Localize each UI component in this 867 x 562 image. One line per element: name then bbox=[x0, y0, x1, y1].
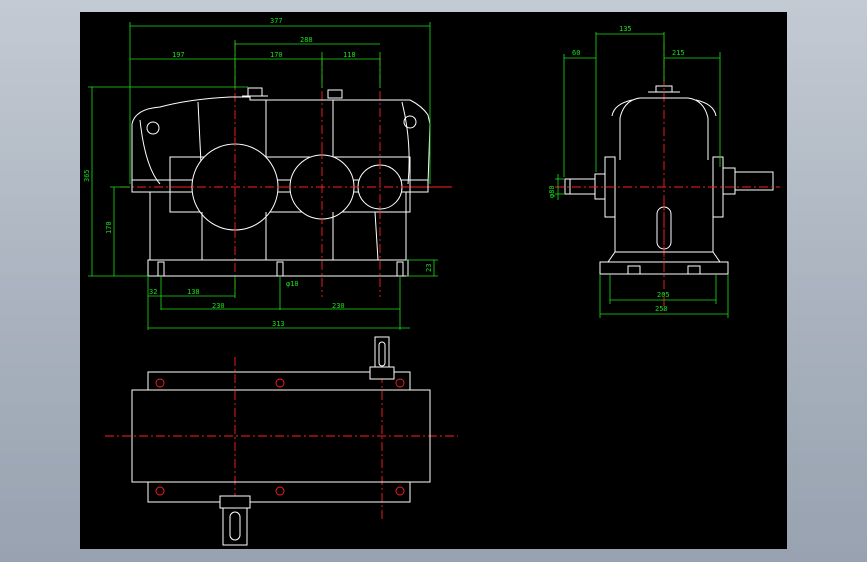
side-dim-top-width: 135 bbox=[619, 25, 632, 33]
top-bolt-hole-3 bbox=[395, 378, 405, 388]
top-bolt-hole-1 bbox=[155, 378, 165, 388]
dim-left-offset: 197 bbox=[172, 51, 185, 59]
housing-rib-left bbox=[139, 119, 161, 185]
breather-plug-left bbox=[247, 87, 263, 97]
anchor-bolt-slot-1 bbox=[157, 261, 165, 277]
dim-overall-length: 377 bbox=[270, 17, 283, 25]
side-dim-shaft-diameter: φ80 bbox=[548, 185, 556, 198]
top-view bbox=[105, 336, 458, 546]
dim-base-thickness: 23 bbox=[425, 264, 433, 272]
dim-center-1: 170 bbox=[270, 51, 283, 59]
dim-first-bolt: 138 bbox=[187, 288, 200, 296]
dim-center-2: 118 bbox=[343, 51, 356, 59]
anchor-bolt-slot-2 bbox=[276, 261, 284, 277]
side-view: 135 60 215 φ80 205 250 bbox=[548, 25, 780, 318]
side-dim-base-outer: 250 bbox=[655, 305, 668, 313]
dim-shaft-height: 170 bbox=[105, 221, 113, 234]
top-bolt-hole-6 bbox=[395, 486, 405, 496]
anchor-bolt-slot-3 bbox=[396, 261, 404, 277]
output-shaft-right-hub bbox=[722, 167, 736, 195]
dim-bolt-pitch-2: 230 bbox=[332, 302, 345, 310]
side-dim-base-inner: 205 bbox=[657, 291, 670, 299]
housing-rib-right bbox=[401, 101, 410, 185]
top-input-shaft-hub bbox=[219, 495, 251, 509]
dim-base-length: 313 bbox=[272, 320, 285, 328]
side-base-pad-right bbox=[687, 265, 701, 275]
dim-edge-offset: 32 bbox=[149, 288, 157, 296]
input-shaft-left-hub bbox=[594, 173, 606, 200]
dim-overall-height: 365 bbox=[83, 169, 91, 182]
lifting-lug-hole-left bbox=[146, 121, 160, 135]
top-bolt-hole-2 bbox=[275, 378, 285, 388]
top-bolt-rail-lower bbox=[147, 481, 411, 503]
dim-center-total: 288 bbox=[300, 36, 313, 44]
lower-rib-4 bbox=[374, 211, 379, 261]
cad-drawing-viewport[interactable]: 377 288 197 170 118 365 170 23 32 138 φ1… bbox=[80, 12, 787, 549]
top-input-shaft bbox=[222, 507, 248, 546]
gearbox-assembly-drawing: 377 288 197 170 118 365 170 23 32 138 φ1… bbox=[83, 17, 780, 546]
side-dim-left-offset: 60 bbox=[572, 49, 580, 57]
breather-plug-right bbox=[327, 89, 343, 99]
top-bolt-hole-4 bbox=[155, 486, 165, 496]
dim-bolt-pitch-1: 230 bbox=[212, 302, 225, 310]
side-base-pad-left bbox=[627, 265, 641, 275]
dim-bolt-hole: φ18 bbox=[286, 280, 299, 288]
front-view: 377 288 197 170 118 365 170 23 32 138 φ1… bbox=[83, 17, 452, 330]
side-dim-half-width: 215 bbox=[672, 49, 685, 57]
top-bolt-hole-5 bbox=[275, 486, 285, 496]
top-output-shaft-hub bbox=[369, 366, 395, 380]
